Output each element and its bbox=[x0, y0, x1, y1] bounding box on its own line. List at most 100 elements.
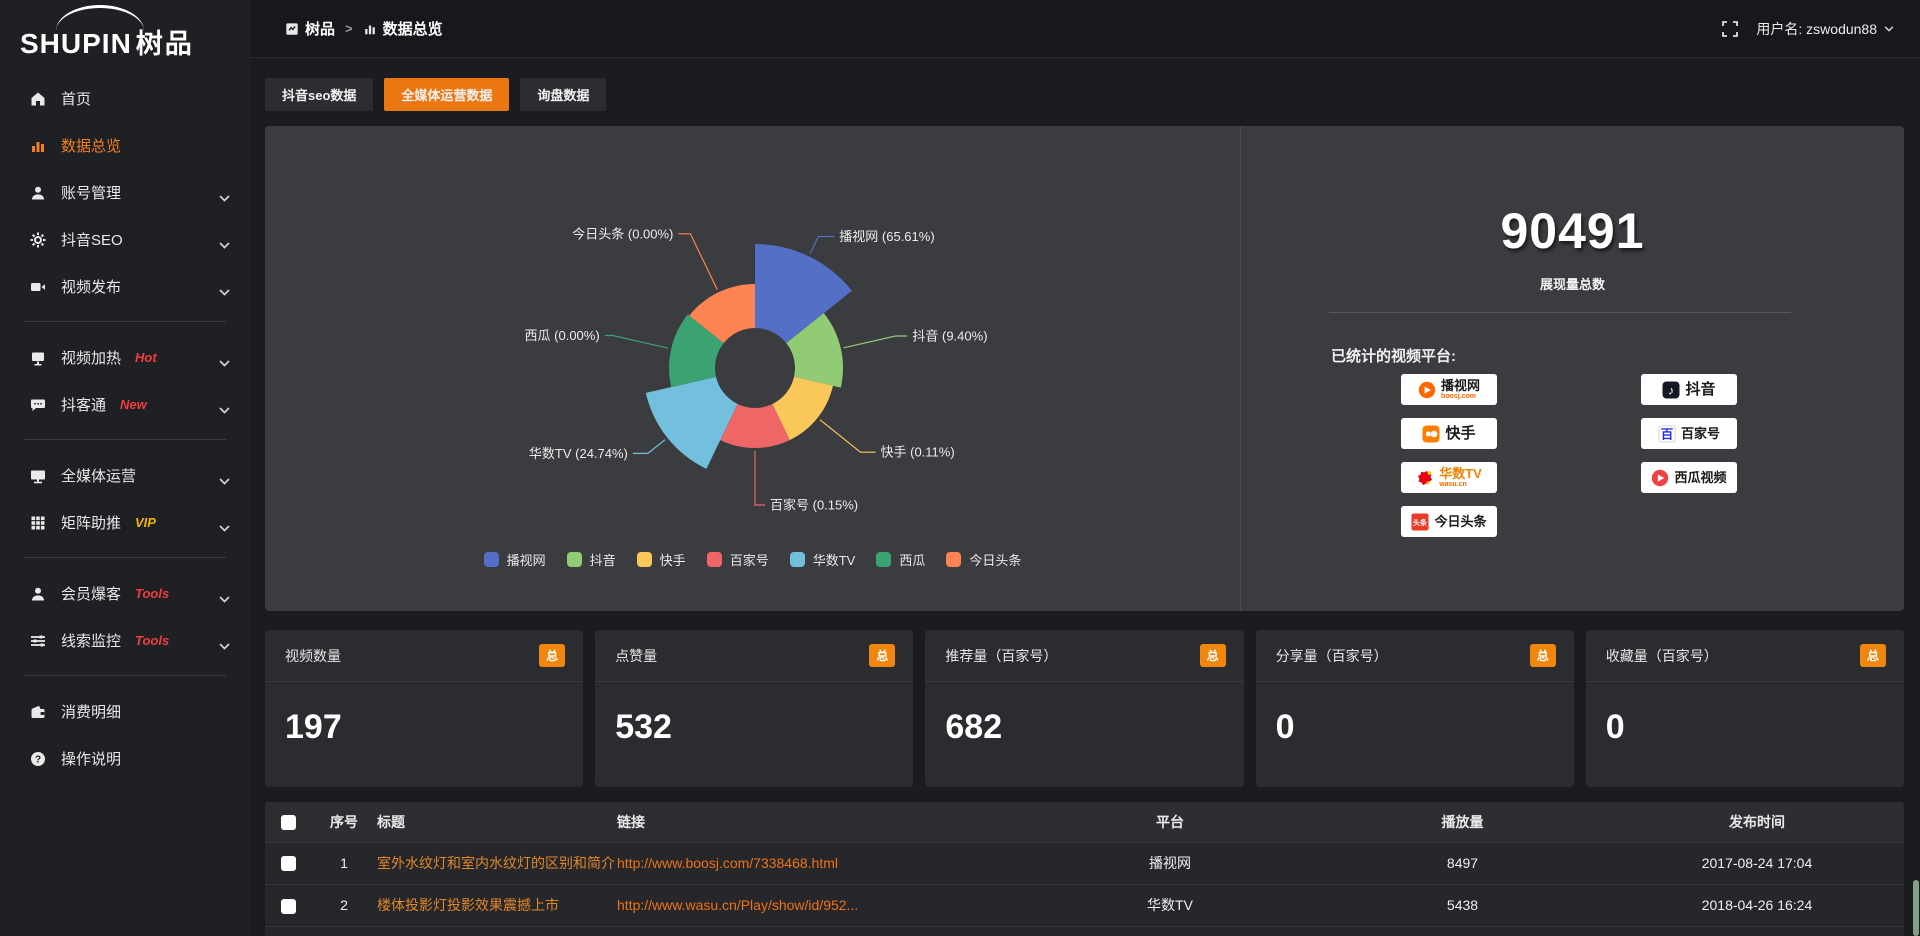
user-icon bbox=[30, 185, 46, 201]
logo-text: SHUPIN树品 bbox=[20, 22, 194, 61]
douyin-icon: ♪ bbox=[1662, 381, 1680, 399]
monitor-icon bbox=[30, 468, 46, 484]
tab-询盘数据[interactable]: 询盘数据 bbox=[520, 78, 606, 111]
legend-item-西瓜[interactable]: 西瓜 bbox=[876, 550, 925, 569]
wasu-icon bbox=[1416, 469, 1434, 487]
row-checkbox[interactable] bbox=[281, 899, 296, 914]
fullscreen-icon[interactable] bbox=[1722, 21, 1738, 37]
platform-name: 播视网 bbox=[1441, 379, 1480, 393]
breadcrumb-item-树品[interactable]: 树品 bbox=[285, 18, 335, 39]
wasu-icon bbox=[1416, 469, 1434, 487]
sidebar-item-会员爆客[interactable]: 会员爆客Tools bbox=[0, 570, 250, 617]
chevron-down-icon bbox=[219, 596, 230, 603]
sidebar-item-抖客通[interactable]: 抖客通New bbox=[0, 381, 250, 428]
stat-card-value: 197 bbox=[265, 682, 583, 747]
sidebar-nav: 首页数据总览账号管理抖音SEO 视频发布视频加热Hot抖客通New 全媒体运营矩阵助… bbox=[0, 75, 250, 782]
row-checkbox[interactable] bbox=[281, 856, 296, 871]
topbar: 树品>数据总览 用户名: zswodun88 bbox=[250, 0, 1920, 58]
platform-subtext: boosj.com bbox=[1441, 393, 1480, 400]
sidebar-item-操作说明[interactable]: ? 操作说明 bbox=[0, 735, 250, 782]
question-icon: ? bbox=[30, 751, 46, 767]
chevron-down-icon bbox=[219, 401, 230, 408]
sidebar-item-消费明细[interactable]: 消费明细 bbox=[0, 688, 250, 735]
chevron-down-icon bbox=[219, 289, 230, 296]
pie-label-line bbox=[755, 451, 765, 505]
legend-item-今日头条[interactable]: 今日头条 bbox=[946, 550, 1021, 569]
row-time: 2018-04-26 16:24 bbox=[1610, 884, 1904, 926]
row-url-link[interactable]: http://www.wasu.cn/Play/show/id/952... bbox=[617, 884, 1025, 926]
sidebar-item-数据总览[interactable]: 数据总览 bbox=[0, 122, 250, 169]
chevron-down-icon bbox=[219, 360, 230, 367]
sidebar-item-视频加热[interactable]: 视频加热Hot bbox=[0, 334, 250, 381]
user-menu[interactable]: 用户名: zswodun88 bbox=[1756, 19, 1894, 39]
sidebar-item-首页[interactable]: 首页 bbox=[0, 75, 250, 122]
stat-card-title: 收藏量（百家号） bbox=[1606, 646, 1718, 666]
row-url-link[interactable]: http://www.boosj.com/7338468.html bbox=[617, 842, 1025, 884]
kuaishou-icon bbox=[1422, 425, 1440, 443]
stat-card-header: 收藏量（百家号） 总 bbox=[1586, 630, 1904, 682]
pie-label-line bbox=[605, 336, 669, 349]
sidebar-item-badge: New bbox=[120, 397, 147, 412]
platform-badges: 播视网boosj.com快手华数TVwasu.cn头条今日头条♪抖音百百家号西瓜… bbox=[1401, 374, 1737, 537]
pie-label-line bbox=[810, 237, 834, 254]
column-header-标题: 标题 bbox=[377, 802, 617, 842]
legend-item-快手[interactable]: 快手 bbox=[637, 550, 686, 569]
sidebar-divider bbox=[24, 321, 226, 322]
member-icon bbox=[30, 586, 46, 602]
chevron-down-icon bbox=[1884, 26, 1894, 32]
stat-card-header: 推荐量（百家号）总 bbox=[925, 630, 1243, 682]
chevron-down-icon bbox=[219, 525, 230, 532]
legend-item-华数TV[interactable]: 华数TV bbox=[790, 550, 856, 569]
platform-badge-抖音: ♪抖音 bbox=[1641, 374, 1737, 405]
legend-swatch bbox=[946, 552, 961, 567]
column-header-平台: 平台 bbox=[1025, 802, 1315, 842]
legend-swatch bbox=[484, 552, 499, 567]
legend-item-播视网[interactable]: 播视网 bbox=[484, 550, 546, 569]
gear-icon bbox=[30, 232, 46, 248]
stat-card-title: 点赞量 bbox=[615, 646, 657, 666]
row-time: 2017-08-24 17:04 bbox=[1610, 842, 1904, 884]
pie-slice-华数TV[interactable] bbox=[646, 377, 738, 469]
select-all-checkbox[interactable] bbox=[281, 815, 296, 830]
legend-item-百家号[interactable]: 百家号 bbox=[707, 550, 769, 569]
row-title-link[interactable]: 楼体投影灯投影效果震撼上市 bbox=[377, 884, 617, 926]
svg-text:百: 百 bbox=[1661, 427, 1674, 441]
chat-icon bbox=[30, 397, 46, 413]
wallet-icon bbox=[30, 704, 46, 720]
baijiahao-icon: 百 bbox=[1658, 425, 1676, 443]
sidebar-item-线索监控[interactable]: 线索监控Tools bbox=[0, 617, 250, 664]
platform-badge-快手: 快手 bbox=[1401, 418, 1497, 449]
stat-card-value: 532 bbox=[595, 682, 913, 747]
column-header-发布时间: 发布时间 bbox=[1610, 802, 1904, 842]
sidebar-item-账号管理[interactable]: 账号管理 bbox=[0, 169, 250, 216]
scrollbar-thumb[interactable] bbox=[1913, 880, 1919, 936]
chevron-down-icon bbox=[219, 472, 230, 479]
platform-name: 今日头条 bbox=[1434, 515, 1486, 529]
stat-card-title: 推荐量（百家号） bbox=[945, 646, 1057, 666]
tab-抖音seo数据[interactable]: 抖音seo数据 bbox=[265, 78, 373, 111]
sidebar-item-badge: Tools bbox=[135, 586, 169, 601]
total-badge: 总 bbox=[1860, 644, 1886, 667]
divider bbox=[1329, 312, 1791, 313]
sidebar-item-全媒体运营[interactable]: 全媒体运营 bbox=[0, 452, 250, 499]
pie-slice-播视网[interactable] bbox=[755, 244, 852, 343]
overview-panel: 90491 展现量总数 已统计的视频平台: 播视网boosj.com快手华数TV… bbox=[1240, 126, 1904, 611]
pie-label-line bbox=[820, 420, 876, 453]
breadcrumb-item-数据总览[interactable]: 数据总览 bbox=[363, 18, 443, 39]
sidebar-item-label: 全媒体运营 bbox=[61, 465, 136, 486]
sidebar-item-矩阵助推[interactable]: 矩阵助推VIP bbox=[0, 499, 250, 546]
row-title-link[interactable]: 室外水纹灯和室内水纹灯的区别和简介 bbox=[377, 842, 617, 884]
legend-label: 播视网 bbox=[507, 550, 546, 569]
sidebar-item-label: 操作说明 bbox=[61, 748, 121, 769]
legend-swatch bbox=[637, 552, 652, 567]
sidebar-item-视频发布[interactable]: 视频发布 bbox=[0, 263, 250, 310]
platform-name: 百家号 bbox=[1681, 427, 1720, 441]
stat-card-分享量（百家号）: 分享量（百家号）总0 bbox=[1256, 630, 1574, 787]
legend-item-抖音[interactable]: 抖音 bbox=[567, 550, 616, 569]
sidebar-item-label: 抖音SEO bbox=[61, 229, 123, 250]
sidebar-item-抖音SEO[interactable]: 抖音SEO bbox=[0, 216, 250, 263]
table-row: 2楼体投影灯投影效果震撼上市http://www.wasu.cn/Play/sh… bbox=[265, 884, 1904, 926]
tab-全媒体运营数据[interactable]: 全媒体运营数据 bbox=[384, 78, 509, 111]
sidebar-item-label: 消费明细 bbox=[61, 701, 121, 722]
wallet-icon bbox=[30, 704, 46, 720]
